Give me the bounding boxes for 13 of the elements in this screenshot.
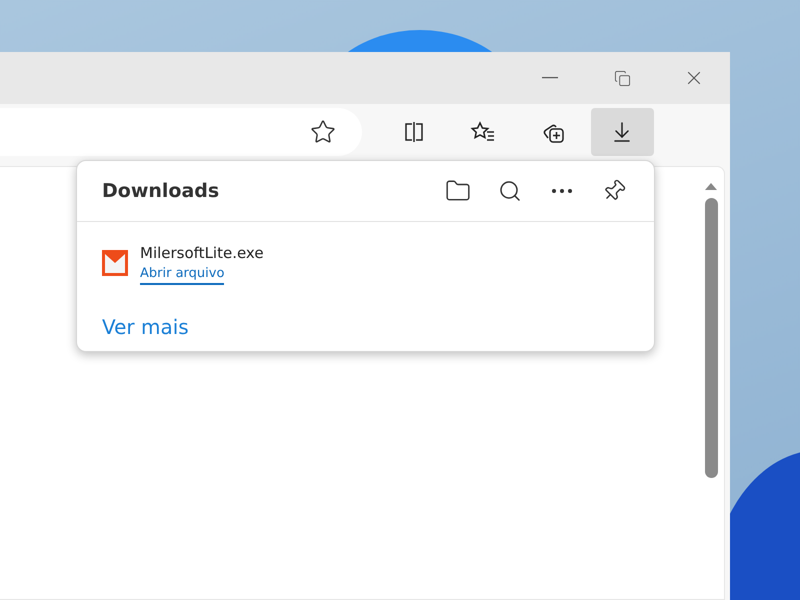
- file-name: MilersoftLite.exe: [140, 244, 264, 262]
- minimize-icon: [542, 77, 558, 79]
- panel-title: Downloads: [102, 180, 220, 202]
- see-more-link[interactable]: Ver mais: [102, 315, 189, 339]
- search-icon: [498, 179, 522, 203]
- scroll-up-icon[interactable]: [705, 183, 717, 190]
- restore-icon: [614, 70, 630, 86]
- star-list-icon: [470, 120, 496, 144]
- scrollbar-thumb[interactable]: [704, 198, 718, 478]
- open-file-link[interactable]: Abrir arquivo: [140, 266, 224, 285]
- file-icon: [102, 250, 128, 276]
- favorite-star-icon[interactable]: [310, 119, 336, 145]
- more-icon: [552, 189, 572, 193]
